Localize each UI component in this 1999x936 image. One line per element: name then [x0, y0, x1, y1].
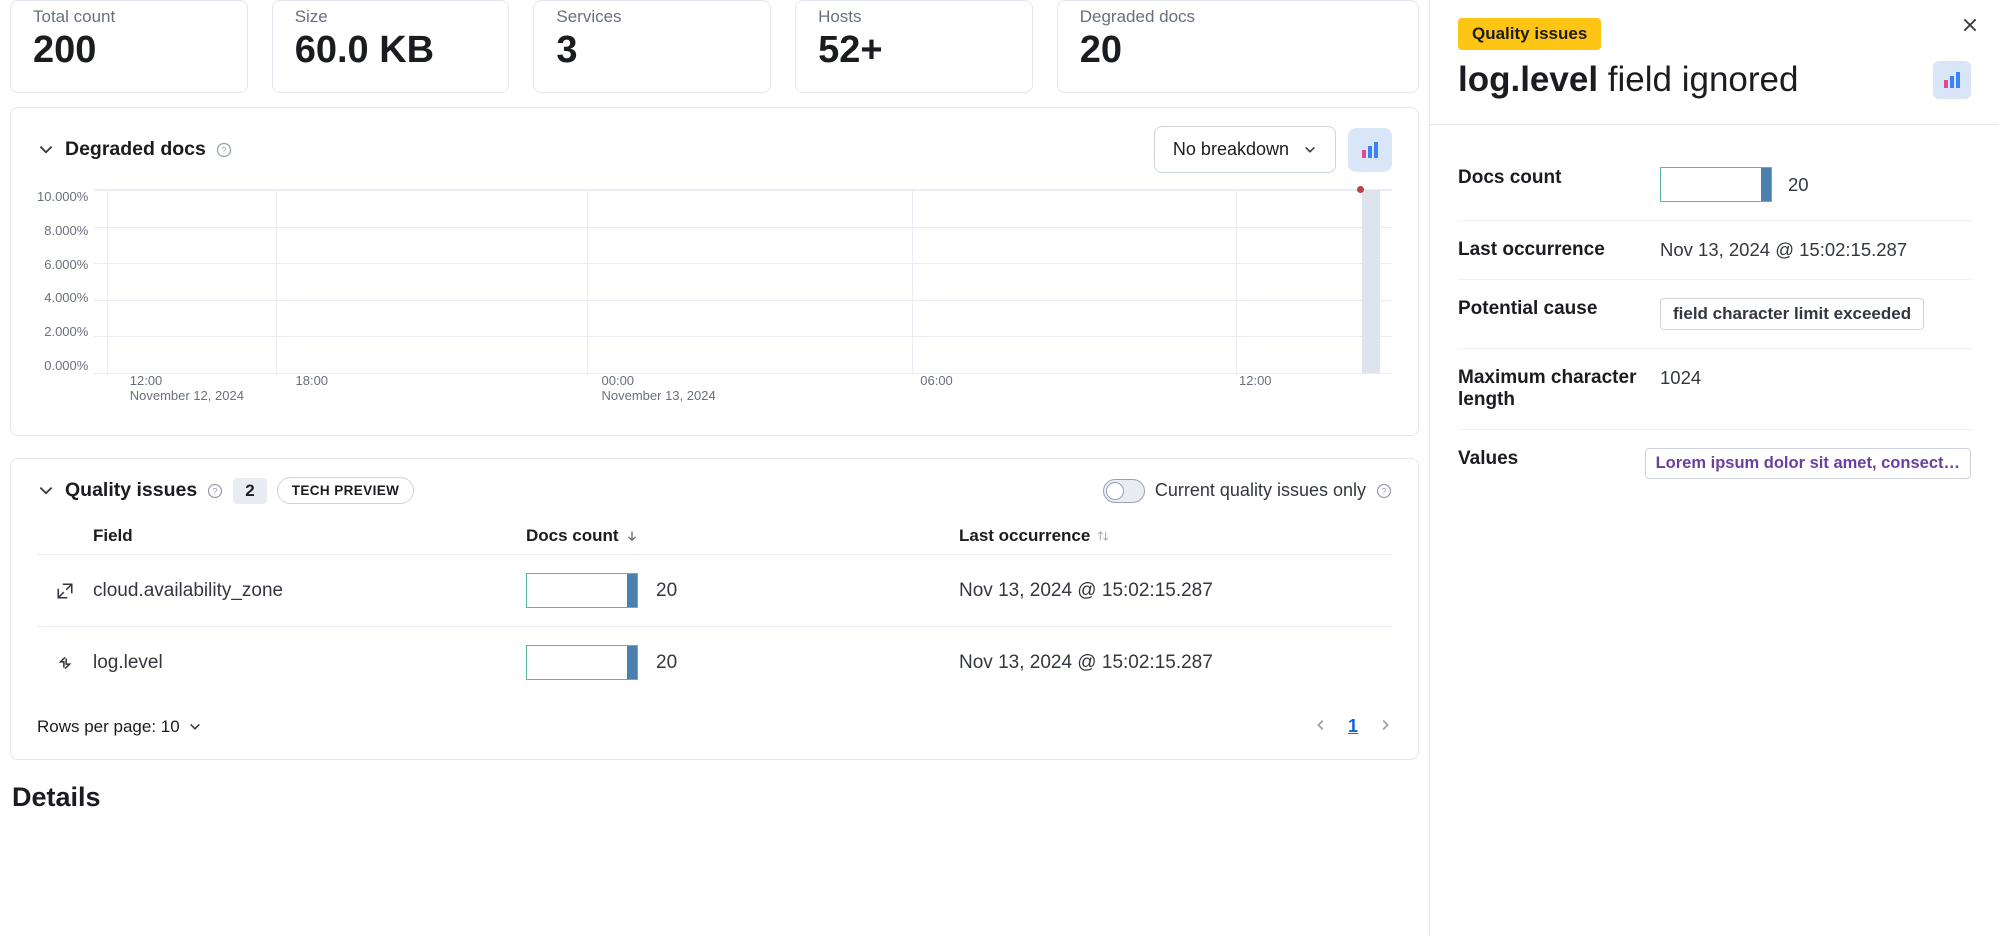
- last-occurrence: Nov 13, 2024 @ 15:02:15.287: [959, 652, 1392, 674]
- stats-row: Total count 200 Size 60.0 KB Services 3 …: [10, 0, 1419, 93]
- stat-value: 60.0 KB: [295, 29, 487, 72]
- table-row[interactable]: log.level 20 Nov 13, 2024 @ 15:02:15.287: [37, 626, 1392, 698]
- stat-total-count: Total count 200: [10, 0, 248, 93]
- page-current[interactable]: 1: [1348, 716, 1358, 737]
- sort-icon: [1096, 529, 1110, 543]
- svg-text:?: ?: [213, 486, 218, 496]
- stat-value: 200: [33, 29, 225, 72]
- field-name: log.level: [93, 652, 526, 674]
- stat-label: Services: [556, 7, 748, 27]
- svg-text:?: ?: [1381, 486, 1386, 496]
- issue-flyout: Quality issues log.level field ignored D…: [1429, 0, 1999, 936]
- stat-degraded-docs: Degraded docs 20: [1057, 0, 1419, 93]
- docs-count: 20: [656, 652, 677, 674]
- rows-per-page-label: Rows per page: 10: [37, 717, 180, 737]
- kv-docs-count-label: Docs count: [1458, 167, 1652, 189]
- quality-issues-panel: Quality issues ? 2 TECH PREVIEW Current …: [10, 458, 1419, 760]
- stat-value: 3: [556, 29, 748, 72]
- issues-count-badge: 2: [233, 478, 266, 504]
- toggle-label: Current quality issues only: [1155, 480, 1366, 501]
- field-name: cloud.availability_zone: [93, 580, 526, 602]
- qi-table-header: Field Docs count Last occurrence: [37, 518, 1392, 554]
- chart-mode-button[interactable]: [1348, 128, 1392, 172]
- table-row[interactable]: cloud.availability_zone 20 Nov 13, 2024 @ …: [37, 554, 1392, 626]
- degraded-docs-panel: Degraded docs ? No breakdown: [10, 107, 1419, 436]
- details-heading: Details: [12, 782, 1419, 813]
- tech-preview-badge: TECH PREVIEW: [277, 477, 415, 504]
- kv-max-char-label: Maximum character length: [1458, 367, 1652, 411]
- kv-values-label: Values: [1458, 448, 1637, 470]
- bar-chart-icon[interactable]: [1933, 61, 1971, 99]
- next-page-button[interactable]: [1378, 716, 1392, 737]
- rows-per-page-select[interactable]: Rows per page: 10: [37, 717, 202, 737]
- pagination: 1: [1314, 716, 1392, 737]
- expand-icon[interactable]: [37, 654, 93, 672]
- degraded-chart: 10.000%8.000%6.000%4.000%2.000%0.000%: [37, 189, 1392, 373]
- kv-last-occurrence-label: Last occurrence: [1458, 239, 1652, 261]
- docs-count: 20: [656, 580, 677, 602]
- docs-bar: [526, 645, 638, 680]
- kv-potential-cause-value: field character limit exceeded: [1660, 298, 1924, 330]
- breakdown-select[interactable]: No breakdown: [1154, 126, 1336, 173]
- chevron-down-icon[interactable]: [37, 482, 55, 500]
- panel-title: Quality issues: [65, 479, 197, 502]
- stat-value: 20: [1080, 29, 1396, 72]
- docs-bar: [1660, 167, 1772, 202]
- kv-docs-count-value: 20: [1788, 174, 1809, 196]
- current-only-toggle[interactable]: [1103, 479, 1145, 503]
- stat-label: Size: [295, 7, 487, 27]
- chevron-down-icon: [188, 720, 202, 734]
- stat-label: Hosts: [818, 7, 1010, 27]
- col-docs[interactable]: Docs count: [526, 526, 959, 546]
- breakdown-label: No breakdown: [1173, 139, 1289, 160]
- stat-services: Services 3: [533, 0, 771, 93]
- stat-hosts: Hosts 52+: [795, 0, 1033, 93]
- stat-size: Size 60.0 KB: [272, 0, 510, 93]
- sort-desc-icon: [625, 529, 639, 543]
- flyout-title: log.level field ignored: [1458, 60, 1971, 100]
- chevron-down-icon: [1303, 143, 1317, 157]
- help-icon[interactable]: ?: [207, 483, 223, 499]
- col-last[interactable]: Last occurrence: [959, 526, 1392, 546]
- svg-text:?: ?: [221, 145, 226, 155]
- close-button[interactable]: [1961, 16, 1979, 37]
- kv-potential-cause-label: Potential cause: [1458, 298, 1652, 320]
- kv-values-value: Lorem ipsum dolor sit amet, consect…: [1645, 448, 1971, 479]
- bar-chart-icon: [1360, 140, 1380, 160]
- kv-last-occurrence-value: Nov 13, 2024 @ 15:02:15.287: [1660, 239, 1971, 261]
- panel-title: Degraded docs: [65, 138, 206, 161]
- chevron-down-icon[interactable]: [37, 141, 55, 159]
- stat-label: Total count: [33, 7, 225, 27]
- docs-bar: [526, 573, 638, 608]
- prev-page-button[interactable]: [1314, 716, 1328, 737]
- col-field[interactable]: Field: [93, 526, 526, 546]
- stat-label: Degraded docs: [1080, 7, 1396, 27]
- expand-icon[interactable]: [37, 582, 93, 600]
- help-icon[interactable]: ?: [216, 142, 232, 158]
- stat-value: 52+: [818, 29, 1010, 72]
- last-occurrence: Nov 13, 2024 @ 15:02:15.287: [959, 580, 1392, 602]
- help-icon[interactable]: ?: [1376, 483, 1392, 499]
- kv-max-char-value: 1024: [1660, 367, 1971, 389]
- flyout-badge: Quality issues: [1458, 18, 1601, 50]
